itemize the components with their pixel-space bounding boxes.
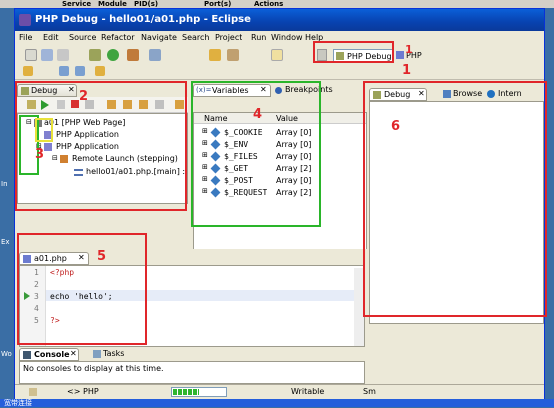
status-bar: <> PHP Writable Sm bbox=[15, 384, 544, 399]
console-panel: Console ✕ Tasks No consoles to display a… bbox=[17, 348, 367, 384]
back-icon[interactable] bbox=[59, 66, 69, 76]
annotation-box-1 bbox=[313, 41, 394, 63]
progress-fill bbox=[173, 389, 199, 395]
prev-annotation-icon[interactable] bbox=[23, 66, 33, 76]
annotation-box-3-yellow bbox=[35, 118, 53, 142]
annotation-label-6: 6 bbox=[391, 119, 401, 134]
menu-navigate[interactable]: Navigate bbox=[141, 33, 177, 42]
save-icon[interactable] bbox=[41, 49, 53, 61]
fast-view-icon[interactable] bbox=[29, 388, 37, 396]
desktop-label-ex: Ex bbox=[1, 238, 10, 246]
window-title-bar[interactable]: PHP Debug - hello01/a01.php - Eclipse bbox=[15, 9, 544, 31]
menu-search[interactable]: Search bbox=[182, 33, 209, 42]
status-smart-insert: Sm bbox=[363, 387, 376, 396]
annotation-box-2 bbox=[15, 81, 187, 211]
annotation-label-4: 4 bbox=[253, 107, 263, 122]
menu-run[interactable]: Run bbox=[251, 33, 266, 42]
run-icon[interactable] bbox=[107, 49, 119, 61]
status-php-label: PHP bbox=[83, 387, 99, 396]
debug-run-icon[interactable] bbox=[89, 49, 101, 61]
annotation-box-5 bbox=[17, 233, 147, 345]
external-tools-icon[interactable] bbox=[127, 49, 139, 61]
menu-bar: File Edit Source Refactor Navigate Searc… bbox=[15, 32, 544, 44]
history-icon[interactable] bbox=[95, 66, 105, 76]
eclipse-window: PHP Debug - hello01/a01.php - Eclipse Fi… bbox=[14, 8, 547, 399]
menu-source[interactable]: Source bbox=[69, 33, 96, 42]
strip-port-label: Port(s) bbox=[204, 0, 232, 8]
annotation-label-2: 2 bbox=[79, 89, 89, 104]
menu-file[interactable]: File bbox=[19, 33, 32, 42]
console-message: No consoles to display at this time. bbox=[23, 364, 164, 373]
print-icon[interactable] bbox=[57, 49, 69, 61]
window-title: PHP Debug - hello01/a01.php - Eclipse bbox=[35, 14, 251, 25]
desktop-label-wo: Wo bbox=[1, 350, 12, 358]
tab-tasks-label: Tasks bbox=[103, 349, 125, 358]
progress-bar bbox=[171, 387, 227, 397]
desktop-label-in: In bbox=[1, 180, 8, 188]
console-output[interactable]: No consoles to display at this time. bbox=[19, 361, 365, 384]
forward-icon[interactable] bbox=[75, 66, 85, 76]
menu-window[interactable]: Window bbox=[271, 33, 303, 42]
annotation-label-3: 3 bbox=[35, 147, 45, 162]
php-perspective-icon bbox=[396, 51, 404, 59]
annotation-box-4 bbox=[191, 81, 321, 227]
tab-tasks[interactable]: Tasks bbox=[83, 348, 133, 361]
eclipse-app-icon bbox=[19, 14, 31, 26]
php-icon: <> bbox=[67, 387, 81, 396]
open-type-icon[interactable] bbox=[209, 49, 221, 61]
annotation-box-6 bbox=[363, 81, 547, 317]
status-writable: Writable bbox=[291, 387, 325, 396]
tab-console-label: Console bbox=[34, 350, 70, 359]
strip-actions-label: Actions bbox=[254, 0, 284, 8]
annotation-label-1-top: 1 bbox=[405, 43, 413, 56]
desktop-top-strip: Service Module PID(s) Port(s) Actions bbox=[0, 0, 554, 8]
strip-service-label: Service bbox=[62, 0, 92, 8]
annotation-label-1: 1 bbox=[402, 63, 412, 78]
desktop-left-edge: In Ex Wo bbox=[0, 8, 14, 407]
main-toolbar: PHP Debug PHP 1 1 bbox=[15, 41, 544, 80]
annotation-label-5: 5 bbox=[97, 249, 107, 264]
windows-taskbar: 宽带连接 bbox=[0, 399, 554, 407]
menu-refactor[interactable]: Refactor bbox=[101, 33, 135, 42]
menu-project[interactable]: Project bbox=[215, 33, 242, 42]
strip-module-label: Module bbox=[98, 0, 127, 8]
search-icon[interactable] bbox=[149, 49, 161, 61]
close-icon[interactable]: ✕ bbox=[70, 349, 77, 358]
open-folder-icon[interactable] bbox=[227, 49, 239, 61]
console-icon bbox=[23, 351, 31, 359]
new-icon[interactable] bbox=[25, 49, 37, 61]
strip-pid-label: PID(s) bbox=[134, 0, 159, 8]
edit-pencil-icon[interactable] bbox=[271, 49, 283, 61]
tasks-icon bbox=[93, 350, 101, 358]
menu-edit[interactable]: Edit bbox=[43, 33, 59, 42]
tab-console[interactable]: Console ✕ bbox=[19, 348, 79, 361]
